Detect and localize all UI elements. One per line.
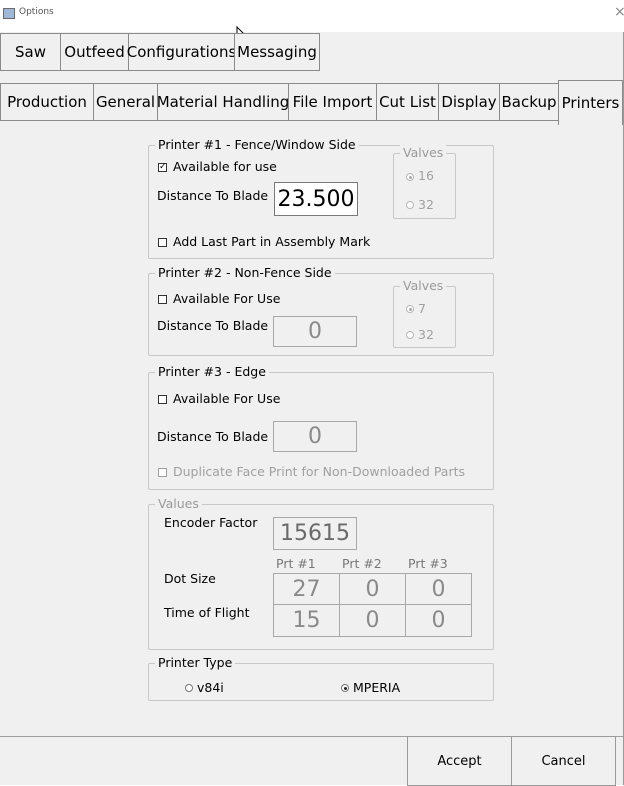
printer1-add-last-part-label: Add Last Part in Assembly Mark (173, 234, 371, 249)
values-title: Values (155, 496, 202, 512)
cancel-button[interactable]: Cancel (511, 736, 616, 786)
tof-prt1-input[interactable]: 15 (273, 604, 340, 637)
tab-material-handling[interactable]: Material Handling (157, 83, 289, 121)
printer3-distance-input[interactable]: 0 (273, 421, 357, 452)
dot-size-prt3-input[interactable]: 0 (405, 573, 472, 605)
tab-cut-list[interactable]: Cut List (376, 83, 439, 121)
printer-type-title: Printer Type (155, 655, 236, 671)
dot-size-label: Dot Size (164, 571, 216, 586)
printer3-duplicate-label: Duplicate Face Print for Non-Downloaded … (173, 464, 466, 479)
printer2-valve-32-label: 32 (418, 327, 434, 342)
encoder-factor-label: Encoder Factor (164, 515, 258, 530)
tof-prt3-input[interactable]: 0 (405, 604, 472, 637)
dot-size-prt1-input[interactable]: 27 (273, 573, 340, 605)
printer2-distance-label: Distance To Blade (157, 318, 269, 333)
printer2-available-label: Available For Use (173, 291, 281, 306)
printer2-available-checkbox[interactable] (158, 295, 167, 304)
printer3-distance-label: Distance To Blade (157, 429, 269, 444)
printer1-available-checkbox[interactable]: ✓ (158, 163, 167, 172)
printer1-valve-32-radio[interactable] (406, 201, 414, 209)
printer3-available-checkbox[interactable] (158, 395, 167, 404)
printer2-valve-7-label: 7 (418, 301, 426, 316)
printer-type-mperia-label: MPERIA (353, 680, 401, 695)
close-icon[interactable]: × (614, 4, 624, 20)
app-options-icon (3, 8, 15, 19)
printer1-valve-32-label: 32 (418, 197, 434, 212)
printer2-valve-7-radio[interactable] (406, 305, 414, 313)
printer1-valve-16-label: 16 (418, 168, 434, 183)
tab-file-import[interactable]: File Import (288, 83, 377, 121)
title-bar: Options × (0, 4, 624, 43)
dot-size-prt2-input[interactable]: 0 (339, 573, 406, 605)
printer1-add-last-part-checkbox[interactable] (158, 238, 167, 247)
printer1-title: Printer #1 - Fence/Window Side (155, 137, 359, 153)
printer2-valves-title: Valves (400, 278, 447, 294)
tab-saw[interactable]: Saw (0, 33, 61, 71)
printer3-available-label: Available For Use (173, 391, 281, 406)
printer3-title: Printer #3 - Edge (155, 364, 269, 380)
printer1-available-label: Available for use (173, 159, 277, 174)
tab-configurations[interactable]: Configurations (127, 33, 236, 71)
time-of-flight-label: Time of Flight (164, 605, 250, 620)
col-header-prt2: Prt #2 (342, 556, 382, 571)
tof-prt2-input[interactable]: 0 (339, 604, 406, 637)
printer2-distance-input[interactable]: 0 (273, 316, 357, 347)
tab-messaging[interactable]: Messaging (234, 33, 320, 71)
printer-type-v84i-radio[interactable] (185, 684, 193, 692)
accept-button[interactable]: Accept (407, 736, 512, 786)
printer1-distance-input[interactable]: 23.500 (274, 182, 358, 216)
printer3-duplicate-checkbox[interactable] (158, 468, 167, 477)
encoder-factor-input[interactable]: 15615 (273, 517, 357, 550)
tab-production[interactable]: Production (0, 83, 94, 121)
printer2-title: Printer #2 - Non-Fence Side (155, 265, 335, 281)
tab-display[interactable]: Display (438, 83, 500, 121)
printer-type-v84i-label: v84i (197, 680, 224, 695)
col-header-prt1: Prt #1 (276, 556, 316, 571)
printer2-valve-32-radio[interactable] (406, 331, 414, 339)
printer1-valve-16-radio[interactable] (406, 173, 414, 181)
printer1-valves-title: Valves (400, 145, 447, 161)
tab-outfeed[interactable]: Outfeed (60, 33, 129, 71)
tab-backup[interactable]: Backup (499, 83, 559, 121)
printer-type-mperia-radio[interactable] (341, 684, 349, 692)
window-title: Options (19, 7, 54, 17)
tab-general[interactable]: General (93, 83, 158, 121)
tab-printers[interactable]: Printers (558, 80, 623, 125)
col-header-prt3: Prt #3 (408, 556, 448, 571)
printer1-distance-label: Distance To Blade (157, 188, 269, 203)
